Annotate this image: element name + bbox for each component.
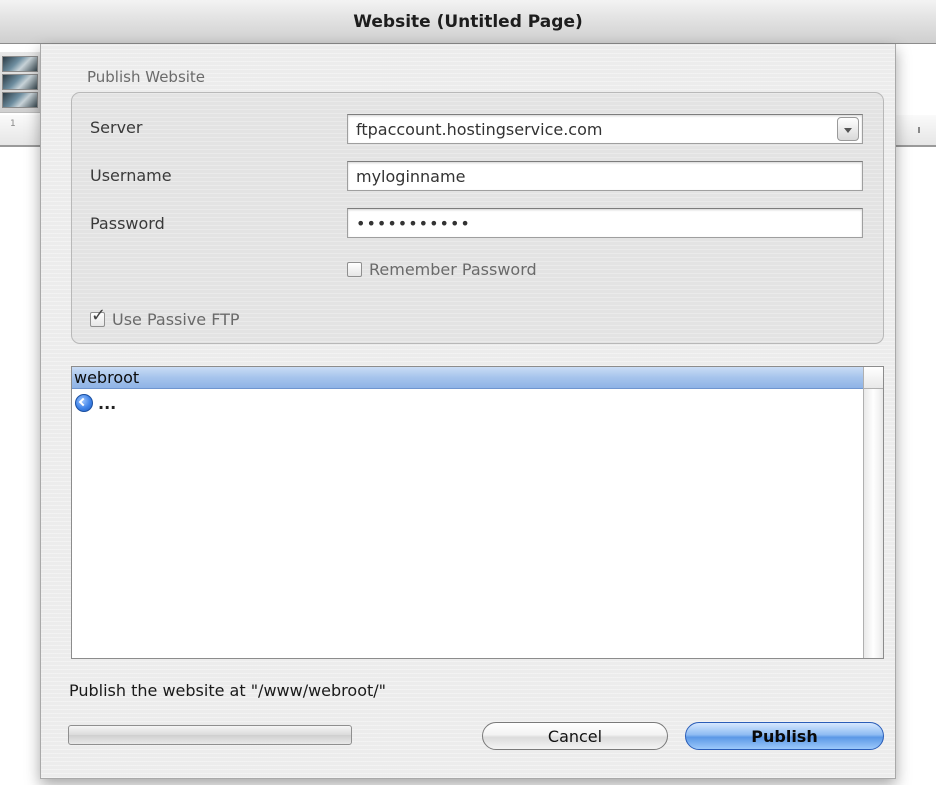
- remote-folder-browser[interactable]: webroot ...: [71, 366, 884, 659]
- remember-password-option[interactable]: Remember Password: [347, 259, 537, 279]
- parent-folder-row[interactable]: ...: [72, 391, 116, 415]
- background-thumbnail: [2, 92, 38, 108]
- passive-ftp-option[interactable]: ✓ Use Passive FTP: [90, 306, 240, 329]
- remember-password-label: Remember Password: [369, 259, 537, 279]
- background-thumbnail: [2, 56, 38, 72]
- server-combo-input[interactable]: [347, 114, 863, 144]
- cancel-button[interactable]: Cancel: [482, 722, 668, 750]
- passive-ftp-label: Use Passive FTP: [112, 309, 240, 329]
- server-dropdown-button[interactable]: [837, 117, 859, 141]
- window-titlebar[interactable]: Website (Untitled Page): [0, 0, 936, 44]
- background-thumbnail: [2, 74, 38, 90]
- password-label: Password: [90, 214, 165, 233]
- server-label: Server: [90, 118, 143, 137]
- window-title: Website (Untitled Page): [353, 12, 583, 32]
- remember-password-checkbox[interactable]: [347, 261, 362, 277]
- passive-ftp-checkbox[interactable]: ✓: [90, 306, 106, 327]
- back-arrow-icon: [75, 394, 93, 412]
- publish-website-sheet: Publish Website Server Username Password…: [40, 44, 896, 779]
- current-folder-name: webroot: [74, 368, 140, 387]
- ruler-tick-label: 1: [10, 119, 16, 129]
- background-ruler-left: 1: [0, 115, 40, 147]
- publish-button[interactable]: Publish: [685, 722, 884, 750]
- chevron-down-icon: [844, 128, 852, 133]
- browser-column-header[interactable]: webroot: [72, 367, 863, 389]
- parent-folder-label: ...: [98, 393, 117, 413]
- checkmark-icon: ✓: [91, 304, 107, 326]
- publish-progress-bar: [68, 725, 352, 745]
- browser-scrollbar[interactable]: [863, 389, 883, 658]
- password-field[interactable]: [347, 208, 863, 238]
- browser-corner-button[interactable]: [863, 367, 883, 389]
- publish-status-text: Publish the website at "/www/webroot/": [69, 681, 387, 700]
- username-field[interactable]: [347, 161, 863, 191]
- username-label: Username: [90, 166, 172, 185]
- background-thumbnail-strip: [0, 52, 40, 113]
- ruler-mark: [918, 127, 920, 133]
- background-ruler-right: [896, 115, 936, 147]
- group-title: Publish Website: [87, 68, 206, 86]
